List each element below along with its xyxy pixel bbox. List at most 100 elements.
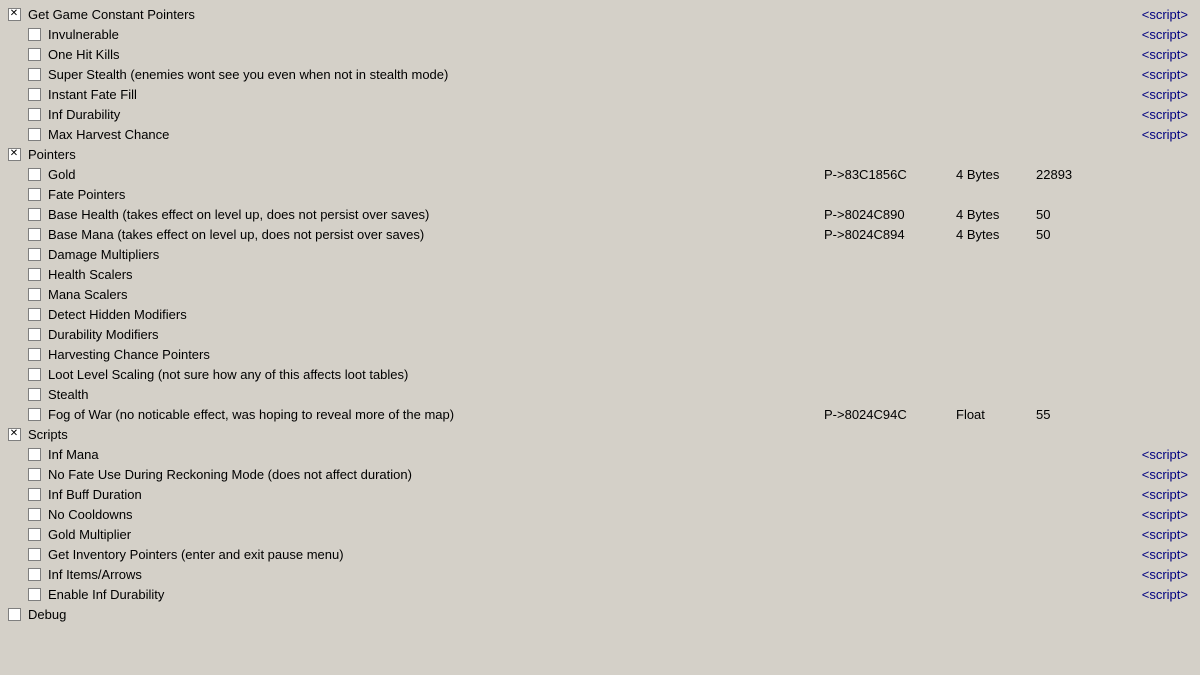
script-get-inventory-pointers[interactable]: <script> bbox=[1116, 547, 1196, 562]
script-inf-buff-duration[interactable]: <script> bbox=[1116, 487, 1196, 502]
label-inf-mana: Inf Mana bbox=[44, 447, 816, 462]
checkbox-max-harvest-chance[interactable] bbox=[28, 128, 41, 141]
checkbox-cell bbox=[4, 608, 24, 621]
checkbox-one-hit-kills[interactable] bbox=[28, 48, 41, 61]
checkbox-damage-multipliers[interactable] bbox=[28, 248, 41, 261]
row-base-health: Base Health (takes effect on level up, d… bbox=[4, 204, 1196, 224]
checkbox-cell bbox=[24, 248, 44, 261]
address-gold: P->83C1856C bbox=[816, 167, 956, 182]
label-loot-level-scaling: Loot Level Scaling (not sure how any of … bbox=[44, 367, 816, 382]
checkbox-no-fate-use[interactable] bbox=[28, 468, 41, 481]
value-base-mana[interactable]: 50 bbox=[1036, 227, 1116, 242]
value-fog-of-war[interactable]: 55 bbox=[1036, 407, 1116, 422]
script-inf-durability[interactable]: <script> bbox=[1116, 107, 1196, 122]
label-fate-pointers: Fate Pointers bbox=[44, 187, 816, 202]
row-instant-fate-fill: Instant Fate Fill<script> bbox=[4, 84, 1196, 104]
row-scripts: Scripts bbox=[4, 424, 1196, 444]
checkbox-cell bbox=[24, 128, 44, 141]
value-base-health[interactable]: 50 bbox=[1036, 207, 1116, 222]
type-base-health: 4 Bytes bbox=[956, 207, 1036, 222]
checkbox-harvesting-chance-pointers[interactable] bbox=[28, 348, 41, 361]
cheat-table: Get Game Constant Pointers<script>Invuln… bbox=[0, 0, 1200, 628]
script-enable-inf-durability[interactable]: <script> bbox=[1116, 587, 1196, 602]
checkbox-loot-level-scaling[interactable] bbox=[28, 368, 41, 381]
row-gold: GoldP->83C1856C4 Bytes22893 bbox=[4, 164, 1196, 184]
checkbox-cell bbox=[24, 28, 44, 41]
address-base-health: P->8024C890 bbox=[816, 207, 956, 222]
checkbox-super-stealth[interactable] bbox=[28, 68, 41, 81]
checkbox-scripts[interactable] bbox=[8, 428, 21, 441]
checkbox-cell bbox=[24, 548, 44, 561]
script-instant-fate-fill[interactable]: <script> bbox=[1116, 87, 1196, 102]
label-one-hit-kills: One Hit Kills bbox=[44, 47, 816, 62]
row-debug: Debug bbox=[4, 604, 1196, 624]
checkbox-get-game-constant-pointers[interactable] bbox=[8, 8, 21, 21]
checkbox-get-inventory-pointers[interactable] bbox=[28, 548, 41, 561]
checkbox-cell bbox=[24, 408, 44, 421]
row-health-scalers: Health Scalers bbox=[4, 264, 1196, 284]
label-super-stealth: Super Stealth (enemies wont see you even… bbox=[44, 67, 816, 82]
checkbox-base-health[interactable] bbox=[28, 208, 41, 221]
checkbox-debug[interactable] bbox=[8, 608, 21, 621]
label-pointers: Pointers bbox=[24, 147, 816, 162]
checkbox-inf-durability[interactable] bbox=[28, 108, 41, 121]
checkbox-no-cooldowns[interactable] bbox=[28, 508, 41, 521]
row-harvesting-chance-pointers: Harvesting Chance Pointers bbox=[4, 344, 1196, 364]
script-one-hit-kills[interactable]: <script> bbox=[1116, 47, 1196, 62]
label-inf-items-arrows: Inf Items/Arrows bbox=[44, 567, 816, 582]
row-durability-modifiers: Durability Modifiers bbox=[4, 324, 1196, 344]
checkbox-cell bbox=[24, 388, 44, 401]
address-base-mana: P->8024C894 bbox=[816, 227, 956, 242]
checkbox-cell bbox=[24, 588, 44, 601]
checkbox-durability-modifiers[interactable] bbox=[28, 328, 41, 341]
label-damage-multipliers: Damage Multipliers bbox=[44, 247, 816, 262]
label-stealth: Stealth bbox=[44, 387, 816, 402]
row-fate-pointers: Fate Pointers bbox=[4, 184, 1196, 204]
label-harvesting-chance-pointers: Harvesting Chance Pointers bbox=[44, 347, 816, 362]
checkbox-gold-multiplier[interactable] bbox=[28, 528, 41, 541]
checkbox-cell bbox=[24, 348, 44, 361]
script-gold-multiplier[interactable]: <script> bbox=[1116, 527, 1196, 542]
checkbox-fog-of-war[interactable] bbox=[28, 408, 41, 421]
row-inf-buff-duration: Inf Buff Duration <script> bbox=[4, 484, 1196, 504]
row-inf-items-arrows: Inf Items/Arrows <script> bbox=[4, 564, 1196, 584]
script-super-stealth[interactable]: <script> bbox=[1116, 67, 1196, 82]
checkbox-stealth[interactable] bbox=[28, 388, 41, 401]
value-gold[interactable]: 22893 bbox=[1036, 167, 1116, 182]
label-get-game-constant-pointers: Get Game Constant Pointers bbox=[24, 7, 816, 22]
checkbox-fate-pointers[interactable] bbox=[28, 188, 41, 201]
row-detect-hidden-modifiers: Detect Hidden Modifiers bbox=[4, 304, 1196, 324]
checkbox-invulnerable[interactable] bbox=[28, 28, 41, 41]
checkbox-enable-inf-durability[interactable] bbox=[28, 588, 41, 601]
checkbox-cell bbox=[24, 288, 44, 301]
label-get-inventory-pointers: Get Inventory Pointers (enter and exit p… bbox=[44, 547, 816, 562]
checkbox-inf-mana[interactable] bbox=[28, 448, 41, 461]
script-invulnerable[interactable]: <script> bbox=[1116, 27, 1196, 42]
checkbox-pointers[interactable] bbox=[8, 148, 21, 161]
checkbox-mana-scalers[interactable] bbox=[28, 288, 41, 301]
checkbox-cell bbox=[24, 468, 44, 481]
row-enable-inf-durability: Enable Inf Durability <script> bbox=[4, 584, 1196, 604]
checkbox-inf-items-arrows[interactable] bbox=[28, 568, 41, 581]
checkbox-inf-buff-duration[interactable] bbox=[28, 488, 41, 501]
checkbox-gold[interactable] bbox=[28, 168, 41, 181]
label-scripts: Scripts bbox=[24, 427, 816, 442]
checkbox-health-scalers[interactable] bbox=[28, 268, 41, 281]
label-enable-inf-durability: Enable Inf Durability bbox=[44, 587, 816, 602]
checkbox-cell bbox=[24, 88, 44, 101]
label-debug: Debug bbox=[24, 607, 816, 622]
script-inf-items-arrows[interactable]: <script> bbox=[1116, 567, 1196, 582]
label-inf-buff-duration: Inf Buff Duration bbox=[44, 487, 816, 502]
checkbox-detect-hidden-modifiers[interactable] bbox=[28, 308, 41, 321]
script-max-harvest-chance[interactable]: <script> bbox=[1116, 127, 1196, 142]
checkbox-cell bbox=[24, 48, 44, 61]
script-inf-mana[interactable]: <script> bbox=[1116, 447, 1196, 462]
script-no-cooldowns[interactable]: <script> bbox=[1116, 507, 1196, 522]
label-base-mana: Base Mana (takes effect on level up, doe… bbox=[44, 227, 816, 242]
script-no-fate-use[interactable]: <script> bbox=[1116, 467, 1196, 482]
row-fog-of-war: Fog of War (no noticable effect, was hop… bbox=[4, 404, 1196, 424]
checkbox-base-mana[interactable] bbox=[28, 228, 41, 241]
row-damage-multipliers: Damage Multipliers bbox=[4, 244, 1196, 264]
checkbox-instant-fate-fill[interactable] bbox=[28, 88, 41, 101]
script-get-game-constant-pointers[interactable]: <script> bbox=[1116, 7, 1196, 22]
